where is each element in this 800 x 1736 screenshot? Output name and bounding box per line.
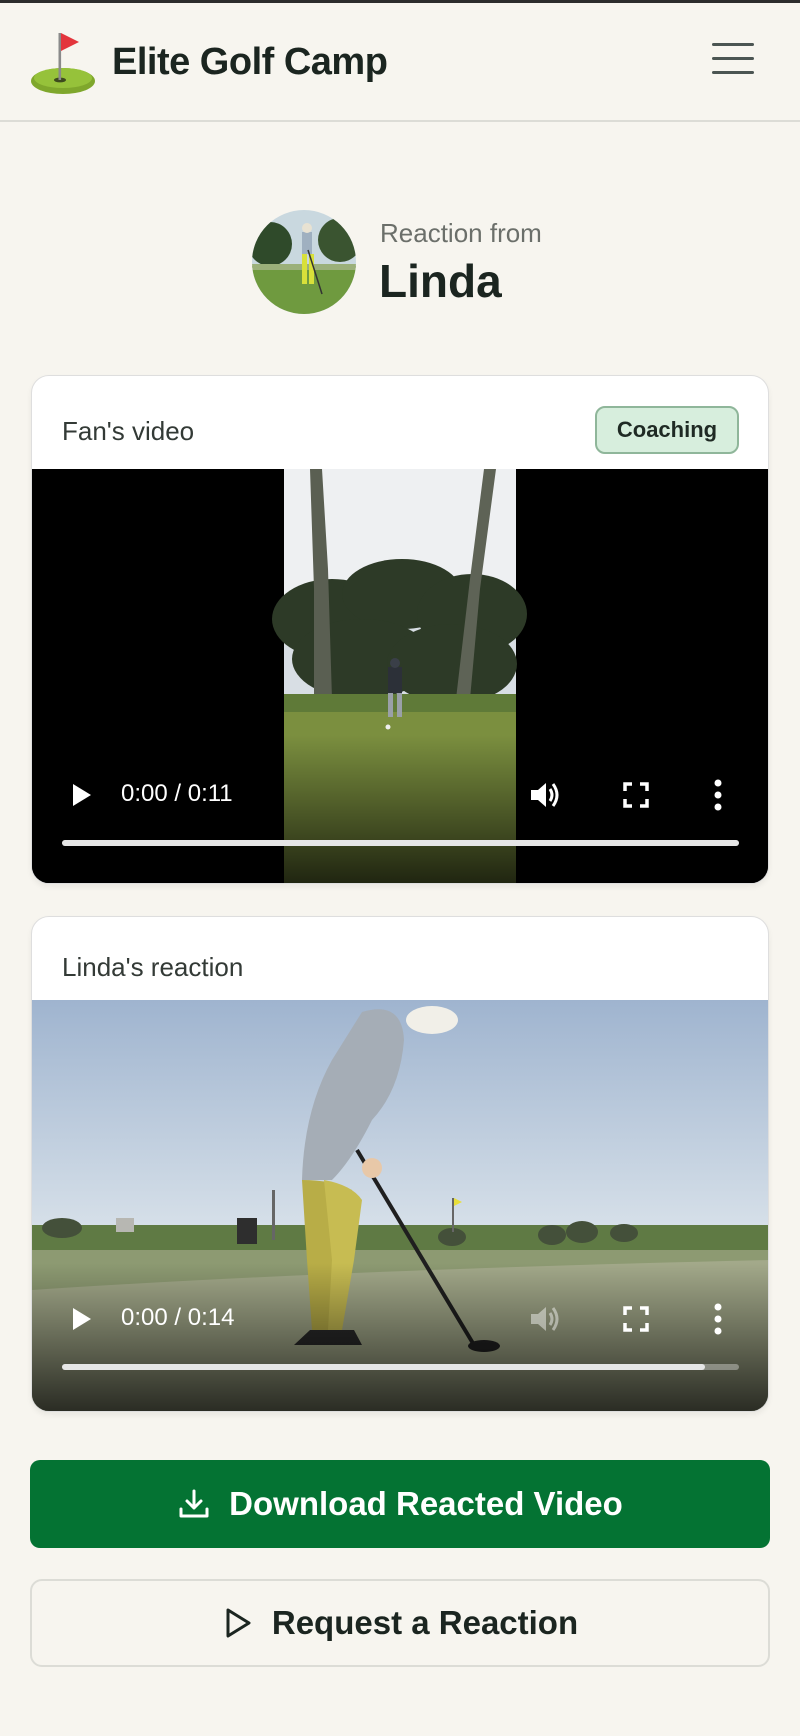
play-icon[interactable]: [68, 781, 94, 809]
download-icon: [179, 1489, 209, 1518]
play-outline-icon: [226, 1608, 251, 1638]
seek-bar[interactable]: [62, 840, 739, 846]
more-options-icon[interactable]: [712, 778, 724, 812]
video-time: 0:00 / 0:14: [121, 1304, 235, 1331]
fullscreen-icon[interactable]: [621, 780, 651, 810]
reaction-video-card: Linda's reaction 0:00 / 0:14: [31, 916, 769, 1412]
request-reaction-button[interactable]: Request a Reaction: [30, 1579, 770, 1667]
video-time: 0:00 / 0:11: [121, 780, 233, 807]
reaction-video-title: Linda's reaction: [62, 952, 244, 982]
golf-flag-icon[interactable]: [30, 27, 96, 99]
seek-bar[interactable]: [62, 1364, 739, 1370]
volume-icon[interactable]: [528, 779, 562, 811]
hamburger-menu-icon[interactable]: [712, 43, 754, 79]
fan-video-card: Fan's video Coaching 0:00 / 0:11: [31, 375, 769, 884]
download-reacted-video-button[interactable]: Download Reacted Video: [30, 1460, 770, 1548]
volume-muted-icon[interactable]: [528, 1303, 562, 1335]
brand-title[interactable]: Elite Golf Camp: [112, 41, 388, 84]
category-badge: Coaching: [595, 406, 739, 454]
more-options-icon[interactable]: [712, 1302, 724, 1336]
request-button-label: Request a Reaction: [271, 1604, 579, 1641]
creator-name: Linda: [379, 255, 502, 307]
fan-video-player[interactable]: 0:00 / 0:11: [32, 469, 768, 883]
reaction-profile: Reaction from Linda: [252, 210, 552, 316]
reaction-video-player[interactable]: 0:00 / 0:14: [32, 1000, 768, 1411]
reaction-from-label: Reaction from: [380, 218, 542, 248]
fan-video-title: Fan's video: [62, 416, 195, 446]
download-button-label: Download Reacted Video: [229, 1485, 623, 1522]
seek-progress: [62, 840, 739, 846]
play-icon[interactable]: [68, 1305, 94, 1333]
site-header: Elite Golf Camp: [0, 3, 800, 122]
seek-progress: [62, 1364, 706, 1370]
avatar: [252, 210, 356, 314]
fullscreen-icon[interactable]: [621, 1304, 651, 1334]
